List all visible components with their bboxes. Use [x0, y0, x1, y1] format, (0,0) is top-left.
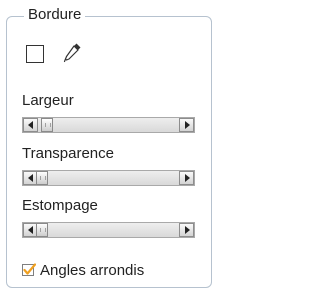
rounded-corners-checkbox[interactable] — [22, 263, 37, 277]
border-group-title: Bordure — [24, 6, 86, 24]
largeur-slider-thumb[interactable] — [41, 118, 53, 132]
arrow-right-icon — [185, 174, 190, 182]
largeur-slider-left-button[interactable] — [23, 118, 38, 132]
slider-label-largeur: Largeur — [22, 92, 74, 109]
largeur-slider-right-button[interactable] — [179, 118, 194, 132]
estompage-slider[interactable] — [22, 222, 195, 238]
arrow-left-icon — [28, 174, 33, 182]
largeur-slider[interactable] — [22, 117, 195, 133]
rounded-corners-label[interactable]: Angles arrondis — [40, 262, 144, 280]
transparence-slider-right-button[interactable] — [179, 171, 194, 185]
transparence-slider-thumb[interactable] — [36, 171, 48, 185]
slider-label-transparence: Transparence — [22, 145, 114, 162]
estompage-slider-thumb[interactable] — [36, 223, 48, 237]
arrow-left-icon — [28, 121, 33, 129]
arrow-right-icon — [185, 121, 190, 129]
checkmark-icon — [22, 263, 37, 276]
estompage-slider-right-button[interactable] — [179, 223, 194, 237]
border-color-swatch[interactable] — [26, 45, 44, 63]
arrow-left-icon — [28, 226, 33, 234]
slider-label-estompage: Estompage — [22, 197, 98, 214]
transparence-slider[interactable] — [22, 170, 195, 186]
arrow-right-icon — [185, 226, 190, 234]
eyedropper-icon[interactable] — [63, 41, 83, 63]
